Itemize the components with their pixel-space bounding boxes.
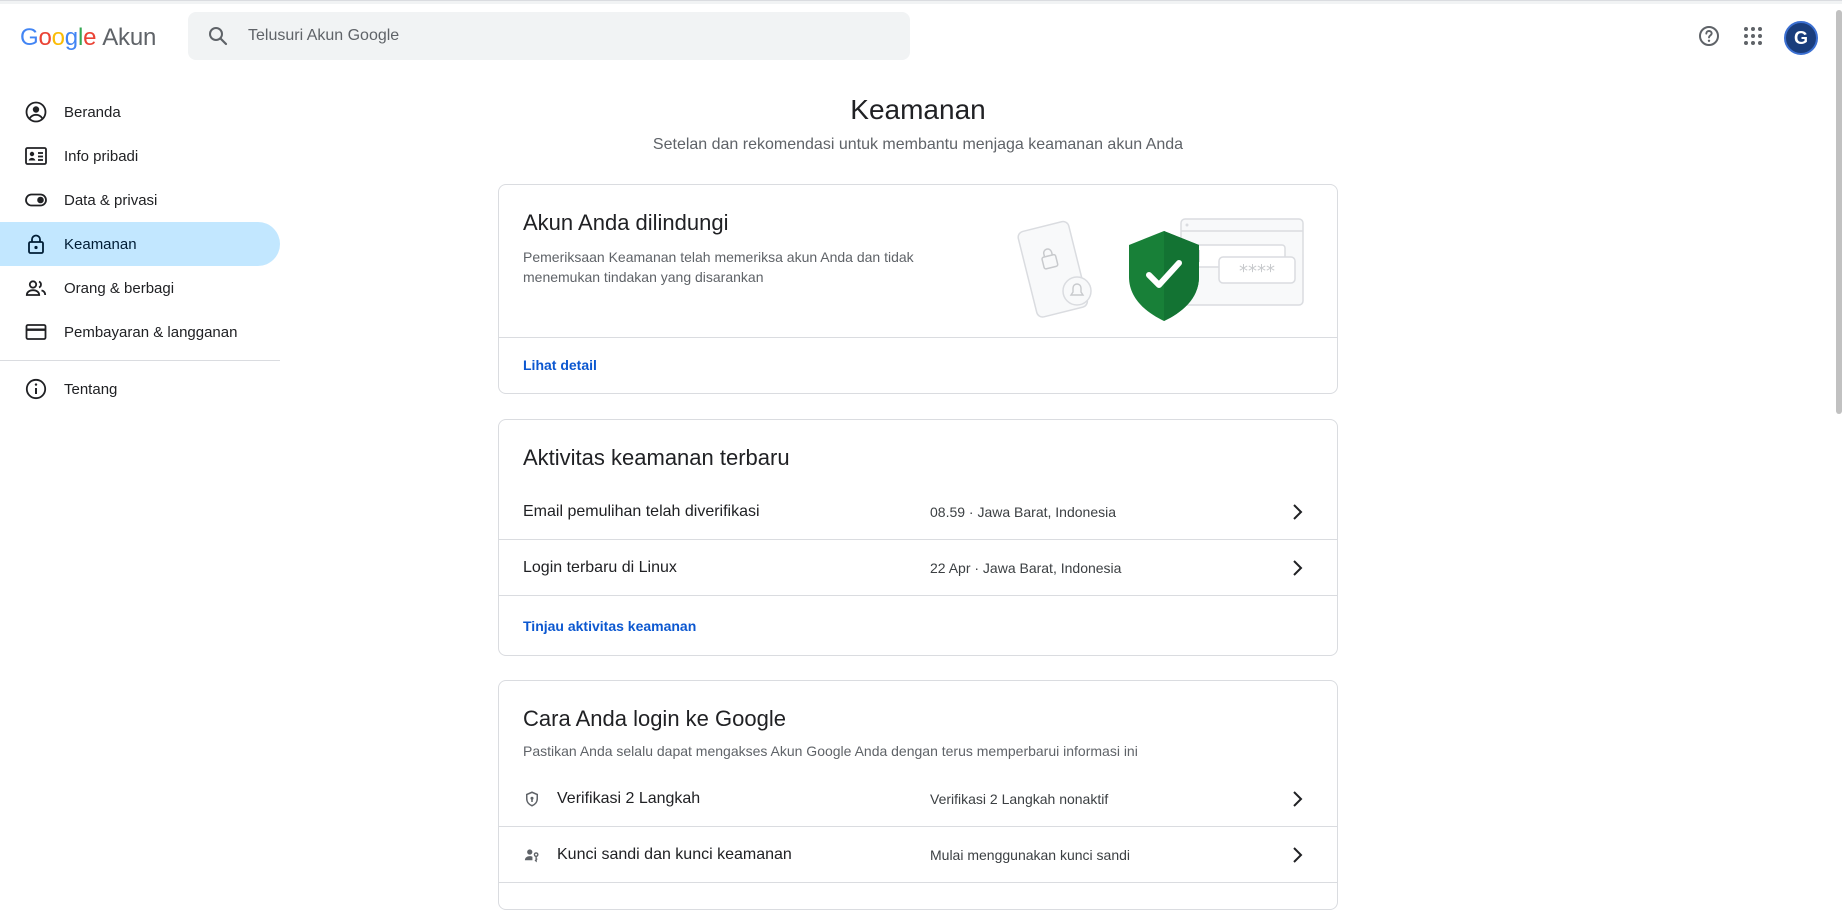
help-icon[interactable] bbox=[1697, 24, 1721, 48]
avatar-letter: G bbox=[1793, 27, 1808, 48]
search-bar[interactable] bbox=[188, 12, 910, 60]
sidebar-item-label: Data & privasi bbox=[64, 191, 158, 209]
sidebar-item-label: Tentang bbox=[64, 380, 118, 398]
security-shield-illustration: **** bbox=[1017, 218, 1304, 321]
sidebar-item-tentang[interactable]: Tentang bbox=[0, 367, 280, 411]
google-wordmark: Google bbox=[20, 24, 97, 51]
sidebar-item-orang-berbagi[interactable]: Orang & berbagi bbox=[0, 266, 280, 310]
chevron-right-icon bbox=[1293, 503, 1303, 520]
signin-row-2-step-verification[interactable]: Verifikasi 2 Langkah Verifikasi 2 Langka… bbox=[499, 771, 1337, 827]
row-label: Login terbaru di Linux bbox=[523, 558, 677, 576]
search-icon[interactable] bbox=[206, 24, 230, 48]
sidebar-item-info-pribadi[interactable]: Info pribadi bbox=[0, 134, 280, 178]
see-details-link[interactable]: Lihat detail bbox=[523, 357, 597, 373]
shield-icon bbox=[526, 790, 538, 807]
sidebar-item-label: Keamanan bbox=[64, 235, 137, 253]
chevron-right-icon bbox=[1293, 790, 1303, 807]
app-header: GoogleAkun G bbox=[0, 4, 1842, 68]
activity-row-recovery-email[interactable]: Email pemulihan telah diverifikasi 08.59… bbox=[499, 484, 1337, 540]
search-input[interactable] bbox=[246, 12, 886, 60]
lock-icon bbox=[28, 234, 44, 254]
row-value: 08.59 · Jawa Barat, Indonesia bbox=[930, 503, 1117, 520]
row-value: 22 Apr · Jawa Barat, Indonesia bbox=[930, 559, 1122, 576]
sidebar-item-pembayaran[interactable]: Pembayaran & langganan bbox=[0, 310, 280, 354]
page-scrollbar[interactable] bbox=[1836, 10, 1842, 414]
activity-row-linux-login[interactable]: Login terbaru di Linux 22 Apr · Jawa Bar… bbox=[499, 540, 1337, 596]
recent-security-activity-card: Aktivitas keamanan terbaru Email pemulih… bbox=[498, 419, 1338, 656]
row-label: Verifikasi 2 Langkah bbox=[557, 789, 701, 807]
card-divider bbox=[499, 337, 1337, 338]
main-content: Keamanan Setelan dan rekomendasi untuk m… bbox=[498, 68, 1338, 910]
row-label: Kunci sandi dan kunci keamanan bbox=[557, 845, 792, 863]
signin-methods-card: Cara Anda login ke Google Pastikan Anda … bbox=[498, 680, 1338, 910]
account-circle-icon bbox=[25, 101, 47, 123]
toggle-icon bbox=[25, 193, 47, 207]
illustration-password-mask: **** bbox=[1239, 261, 1275, 282]
page-title: Keamanan bbox=[850, 94, 986, 125]
sidebar-item-label: Beranda bbox=[64, 103, 121, 121]
sidebar-nav: Beranda Info pribadi Data & privasi Keam… bbox=[0, 90, 280, 411]
apps-grid-icon[interactable] bbox=[1741, 24, 1765, 48]
card-description: Pastikan Anda selalu dapat mengakses Aku… bbox=[523, 743, 1138, 759]
row-value: Mulai menggunakan kunci sandi bbox=[930, 846, 1131, 863]
sidebar-item-label: Info pribadi bbox=[64, 147, 139, 165]
card-title: Akun Anda dilindungi bbox=[523, 210, 729, 235]
row-value: Verifikasi 2 Langkah nonaktif bbox=[930, 790, 1109, 807]
sidebar-item-keamanan[interactable]: Keamanan bbox=[0, 222, 280, 266]
sidebar-item-label: Pembayaran & langganan bbox=[64, 323, 238, 341]
card-description: Pemeriksaan Keamanan telah memeriksa aku… bbox=[523, 249, 914, 285]
sidebar-divider bbox=[0, 360, 280, 361]
credit-card-icon bbox=[25, 324, 47, 340]
card-title: Cara Anda login ke Google bbox=[523, 706, 786, 731]
sidebar-item-data-privasi[interactable]: Data & privasi bbox=[0, 178, 280, 222]
logo-product-name: Akun bbox=[102, 24, 157, 51]
people-icon bbox=[25, 280, 47, 296]
row-label: Email pemulihan telah diverifikasi bbox=[523, 502, 760, 520]
passkey-person-icon bbox=[524, 848, 539, 862]
chevron-right-icon bbox=[1293, 846, 1303, 863]
sidebar-item-label: Orang & berbagi bbox=[64, 279, 175, 297]
review-security-activity-link[interactable]: Tinjau aktivitas keamanan bbox=[523, 618, 696, 634]
card-title: Aktivitas keamanan terbaru bbox=[523, 445, 790, 470]
google-account-logo[interactable]: Google Akun bbox=[20, 24, 156, 52]
id-card-icon bbox=[25, 147, 47, 165]
sidebar-item-beranda[interactable]: Beranda bbox=[0, 90, 280, 134]
info-icon bbox=[25, 378, 47, 400]
page-subtitle: Setelan dan rekomendasi untuk membantu m… bbox=[652, 136, 1184, 153]
account-avatar[interactable]: G bbox=[1784, 21, 1818, 55]
chevron-right-icon bbox=[1293, 559, 1303, 576]
account-protected-card: Akun Anda dilindungi Pemeriksaan Keamana… bbox=[498, 184, 1338, 394]
